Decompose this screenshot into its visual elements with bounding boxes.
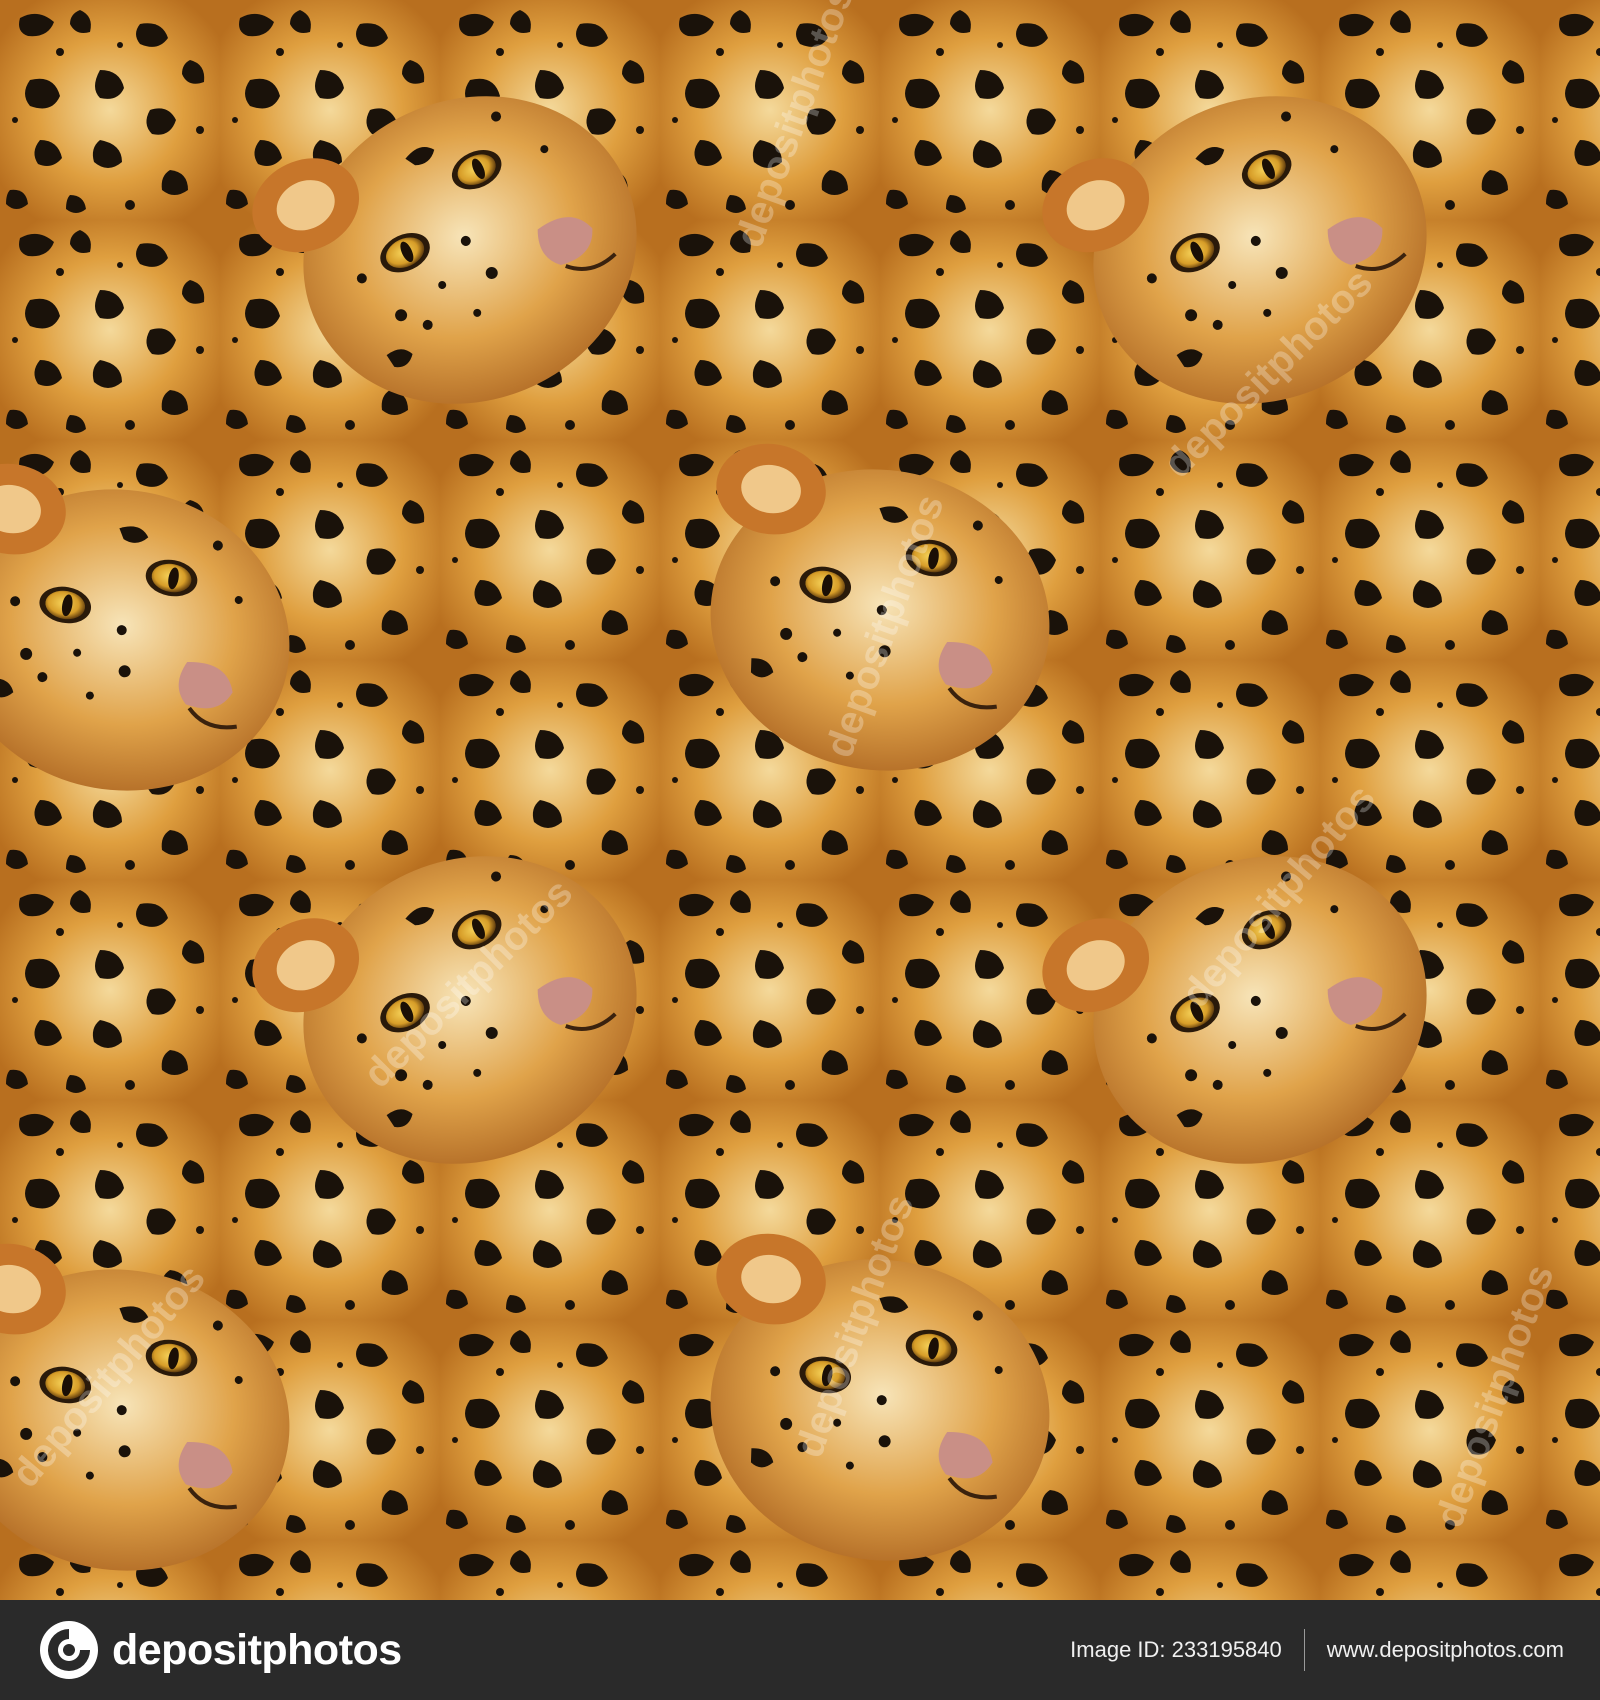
image-id-label: Image ID: 233195840 bbox=[1070, 1637, 1282, 1662]
brand-name: depositphotos bbox=[112, 1625, 402, 1674]
stock-image-page: depositphotos depositphotos depositphoto… bbox=[0, 0, 1600, 1700]
meta-divider bbox=[1303, 1629, 1305, 1671]
leopard-pattern-svg: depositphotos depositphotos depositphoto… bbox=[0, 0, 1600, 1600]
site-url-link[interactable]: www.depositphotos.com bbox=[1327, 1637, 1564, 1663]
leopard-pattern-artwork: depositphotos depositphotos depositphoto… bbox=[0, 0, 1600, 1600]
stock-footer-bar: depositphotos Image ID: 233195840 www.de… bbox=[0, 1600, 1600, 1700]
brand[interactable]: depositphotos bbox=[38, 1619, 402, 1681]
depositphotos-logo-icon bbox=[40, 1621, 98, 1679]
image-meta: Image ID: 233195840 www.depositphotos.co… bbox=[1070, 1629, 1564, 1671]
